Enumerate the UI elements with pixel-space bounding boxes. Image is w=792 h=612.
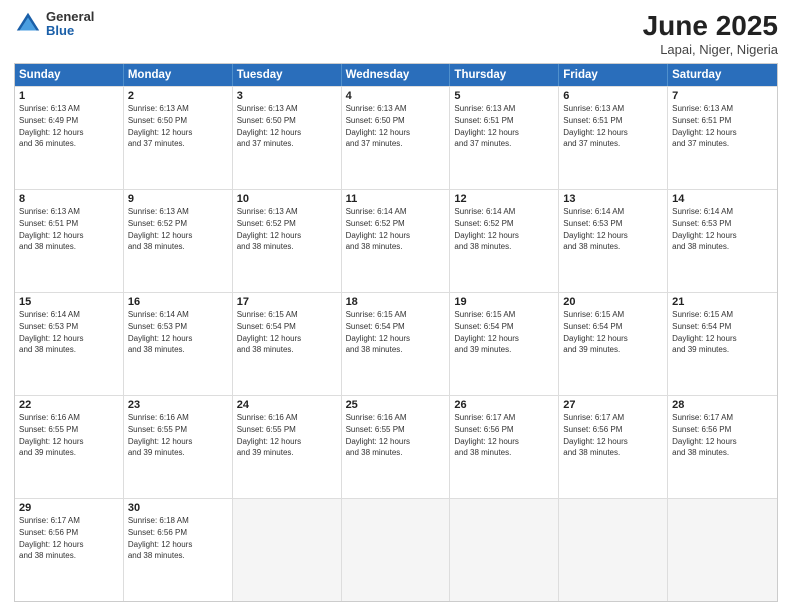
header-friday: Friday: [559, 64, 668, 86]
day-25: 25 Sunrise: 6:16 AMSunset: 6:55 PMDaylig…: [342, 396, 451, 498]
day-4: 4 Sunrise: 6:13 AMSunset: 6:50 PMDayligh…: [342, 87, 451, 189]
logo-blue: Blue: [46, 24, 94, 38]
day-12: 12 Sunrise: 6:14 AMSunset: 6:52 PMDaylig…: [450, 190, 559, 292]
day-20: 20 Sunrise: 6:15 AMSunset: 6:54 PMDaylig…: [559, 293, 668, 395]
day-empty-1: [233, 499, 342, 601]
calendar: Sunday Monday Tuesday Wednesday Thursday…: [14, 63, 778, 602]
week-row-2: 8 Sunrise: 6:13 AMSunset: 6:51 PMDayligh…: [15, 189, 777, 292]
day-28: 28 Sunrise: 6:17 AMSunset: 6:56 PMDaylig…: [668, 396, 777, 498]
day-7: 7 Sunrise: 6:13 AMSunset: 6:51 PMDayligh…: [668, 87, 777, 189]
header-tuesday: Tuesday: [233, 64, 342, 86]
day-5: 5 Sunrise: 6:13 AMSunset: 6:51 PMDayligh…: [450, 87, 559, 189]
page-header: General Blue June 2025 Lapai, Niger, Nig…: [14, 10, 778, 57]
day-30: 30 Sunrise: 6:18 AMSunset: 6:56 PMDaylig…: [124, 499, 233, 601]
day-empty-4: [559, 499, 668, 601]
calendar-location: Lapai, Niger, Nigeria: [643, 42, 778, 57]
day-19: 19 Sunrise: 6:15 AMSunset: 6:54 PMDaylig…: [450, 293, 559, 395]
logo-text: General Blue: [46, 10, 94, 39]
day-22: 22 Sunrise: 6:16 AMSunset: 6:55 PMDaylig…: [15, 396, 124, 498]
day-16: 16 Sunrise: 6:14 AMSunset: 6:53 PMDaylig…: [124, 293, 233, 395]
day-29: 29 Sunrise: 6:17 AMSunset: 6:56 PMDaylig…: [15, 499, 124, 601]
title-block: June 2025 Lapai, Niger, Nigeria: [643, 10, 778, 57]
header-thursday: Thursday: [450, 64, 559, 86]
header-wednesday: Wednesday: [342, 64, 451, 86]
day-15: 15 Sunrise: 6:14 AMSunset: 6:53 PMDaylig…: [15, 293, 124, 395]
calendar-title: June 2025: [643, 10, 778, 42]
header-monday: Monday: [124, 64, 233, 86]
logo-general: General: [46, 10, 94, 24]
calendar-header: Sunday Monday Tuesday Wednesday Thursday…: [15, 64, 777, 86]
calendar-page: General Blue June 2025 Lapai, Niger, Nig…: [0, 0, 792, 612]
week-row-1: 1 Sunrise: 6:13 AMSunset: 6:49 PMDayligh…: [15, 86, 777, 189]
day-8: 8 Sunrise: 6:13 AMSunset: 6:51 PMDayligh…: [15, 190, 124, 292]
header-saturday: Saturday: [668, 64, 777, 86]
day-24: 24 Sunrise: 6:16 AMSunset: 6:55 PMDaylig…: [233, 396, 342, 498]
day-27: 27 Sunrise: 6:17 AMSunset: 6:56 PMDaylig…: [559, 396, 668, 498]
day-11: 11 Sunrise: 6:14 AMSunset: 6:52 PMDaylig…: [342, 190, 451, 292]
day-10: 10 Sunrise: 6:13 AMSunset: 6:52 PMDaylig…: [233, 190, 342, 292]
week-row-3: 15 Sunrise: 6:14 AMSunset: 6:53 PMDaylig…: [15, 292, 777, 395]
day-6: 6 Sunrise: 6:13 AMSunset: 6:51 PMDayligh…: [559, 87, 668, 189]
day-1: 1 Sunrise: 6:13 AMSunset: 6:49 PMDayligh…: [15, 87, 124, 189]
day-2: 2 Sunrise: 6:13 AMSunset: 6:50 PMDayligh…: [124, 87, 233, 189]
week-row-5: 29 Sunrise: 6:17 AMSunset: 6:56 PMDaylig…: [15, 498, 777, 601]
day-3: 3 Sunrise: 6:13 AMSunset: 6:50 PMDayligh…: [233, 87, 342, 189]
day-empty-3: [450, 499, 559, 601]
day-empty-2: [342, 499, 451, 601]
day-17: 17 Sunrise: 6:15 AMSunset: 6:54 PMDaylig…: [233, 293, 342, 395]
day-23: 23 Sunrise: 6:16 AMSunset: 6:55 PMDaylig…: [124, 396, 233, 498]
day-empty-5: [668, 499, 777, 601]
day-13: 13 Sunrise: 6:14 AMSunset: 6:53 PMDaylig…: [559, 190, 668, 292]
day-21: 21 Sunrise: 6:15 AMSunset: 6:54 PMDaylig…: [668, 293, 777, 395]
calendar-body: 1 Sunrise: 6:13 AMSunset: 6:49 PMDayligh…: [15, 86, 777, 601]
day-9: 9 Sunrise: 6:13 AMSunset: 6:52 PMDayligh…: [124, 190, 233, 292]
logo-icon: [14, 10, 42, 38]
header-sunday: Sunday: [15, 64, 124, 86]
logo: General Blue: [14, 10, 94, 39]
day-18: 18 Sunrise: 6:15 AMSunset: 6:54 PMDaylig…: [342, 293, 451, 395]
day-26: 26 Sunrise: 6:17 AMSunset: 6:56 PMDaylig…: [450, 396, 559, 498]
day-14: 14 Sunrise: 6:14 AMSunset: 6:53 PMDaylig…: [668, 190, 777, 292]
week-row-4: 22 Sunrise: 6:16 AMSunset: 6:55 PMDaylig…: [15, 395, 777, 498]
